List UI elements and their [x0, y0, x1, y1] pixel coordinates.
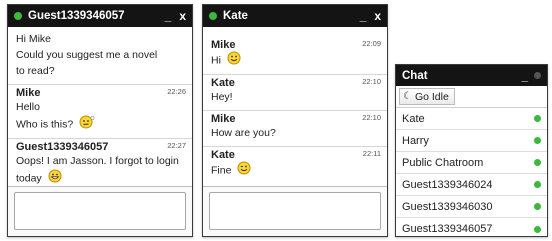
online-status-icon: [209, 12, 217, 20]
message-list[interactable]: Hi Mike Could you suggest me a novel to …: [8, 27, 192, 186]
message-sender: Mike: [211, 39, 236, 51]
message-line: Could you suggest me a novel: [16, 49, 158, 61]
message-time: 22:27: [167, 141, 186, 150]
online-status-icon: [534, 137, 541, 144]
message-input-area: [8, 186, 192, 236]
idle-bar: ☾ Go Idle: [396, 86, 547, 108]
message-line: Oops! I am Jasson. I forgot to login: [16, 155, 179, 167]
chat-window-guest: Guest1339346057 _ x Hi Mike Could you su…: [7, 4, 193, 237]
message-list[interactable]: Mike 22:09 Hi Kate 22:10 Hey! Mike 22:10…: [203, 27, 387, 186]
message-sender: Mike: [211, 113, 236, 125]
message-text: Who is this?: [16, 118, 74, 131]
window-titlebar[interactable]: Kate _ x: [203, 5, 387, 27]
contact-row-guest-030[interactable]: Guest1339346030: [396, 196, 547, 218]
list-title: Chat: [402, 69, 428, 82]
message-time: 22:26: [167, 87, 186, 96]
window-titlebar[interactable]: Guest1339346057 _ x: [8, 5, 192, 27]
message-item: Kate 22:10 Hey!: [203, 75, 387, 111]
contact-row-public-chatroom[interactable]: Public Chatroom: [396, 152, 547, 174]
message-input[interactable]: [209, 192, 381, 230]
message-line: Hey!: [211, 91, 233, 103]
message-line: today: [16, 169, 184, 186]
message-input[interactable]: [14, 192, 186, 230]
contact-row-guest-024[interactable]: Guest1339346024: [396, 174, 547, 196]
message-item: Mike 22:09 Hi: [203, 37, 387, 75]
online-status-icon: [534, 225, 541, 233]
minimize-button[interactable]: _: [360, 10, 367, 22]
contact-name: Guest1339346024: [402, 178, 493, 191]
window-title: Guest1339346057: [28, 10, 125, 22]
go-idle-label: Go Idle: [414, 90, 449, 103]
message-line: Fine: [211, 161, 379, 180]
message-line: Hi Mike: [16, 33, 52, 45]
message-item: Mike 22:26 Hello Who is this?: [8, 85, 192, 139]
message-time: 22:10: [362, 113, 381, 122]
message-sender: Guest1339346057: [16, 141, 109, 153]
online-status-icon: [534, 181, 541, 188]
contact-name: Harry: [402, 134, 429, 147]
contact-name: Public Chatroom: [402, 156, 484, 169]
message-time: 22:10: [362, 77, 381, 86]
contact-row-guest-057[interactable]: Guest1339346057: [396, 218, 547, 240]
message-sender: Kate: [211, 149, 235, 161]
message-line: Hi: [211, 51, 379, 70]
list-titlebar[interactable]: Chat _: [396, 65, 547, 86]
message-item: Mike 22:10 How are you?: [203, 111, 387, 147]
contact-row-kate[interactable]: Kate: [396, 108, 547, 130]
contact-name: Guest1339346030: [402, 200, 493, 213]
message-time: 22:11: [362, 149, 381, 158]
online-status-icon: [14, 12, 22, 20]
message-line: to read?: [16, 65, 55, 77]
status-indicator-icon: [534, 72, 541, 79]
smile-emoticon-icon: [227, 51, 241, 70]
message-text: today: [16, 172, 42, 185]
message-line: Hello: [16, 101, 40, 113]
moon-icon: ☾: [403, 91, 412, 102]
online-status-icon: [534, 203, 541, 210]
minimize-button[interactable]: _: [521, 70, 528, 82]
message-line: Who is this?: [16, 115, 184, 134]
close-button[interactable]: x: [179, 10, 186, 22]
online-status-icon: [534, 159, 541, 166]
thinking-emoticon-icon: [79, 115, 95, 134]
minimize-button[interactable]: _: [165, 10, 172, 22]
grin-emoticon-icon: [48, 169, 62, 186]
message-sender: Mike: [16, 87, 41, 99]
window-title: Kate: [223, 10, 248, 22]
message-time: 22:09: [362, 39, 381, 48]
contact-row-harry[interactable]: Harry: [396, 130, 547, 152]
message-item: Guest1339346057 22:27 Oops! I am Jasson.…: [8, 139, 192, 186]
message-item: Hi Mike Could you suggest me a novel to …: [8, 27, 192, 85]
chat-window-kate: Kate _ x Mike 22:09 Hi Kate 22:10 Hey! M…: [202, 4, 388, 237]
message-sender: Kate: [211, 77, 235, 89]
close-button[interactable]: x: [374, 10, 381, 22]
message-text: Hi: [211, 54, 221, 67]
contact-name: Guest1339346057: [402, 223, 493, 235]
go-idle-button[interactable]: ☾ Go Idle: [399, 88, 455, 105]
message-input-area: [203, 186, 387, 236]
wink-emoticon-icon: [237, 161, 251, 180]
contact-name: Kate: [402, 112, 425, 125]
chat-contact-list: Chat _ ☾ Go Idle Kate Harry Public Chatr…: [395, 64, 548, 237]
message-line: How are you?: [211, 127, 276, 139]
online-status-icon: [534, 115, 541, 122]
message-text: Fine: [211, 164, 232, 177]
message-item: Kate 22:11 Fine: [203, 147, 387, 186]
